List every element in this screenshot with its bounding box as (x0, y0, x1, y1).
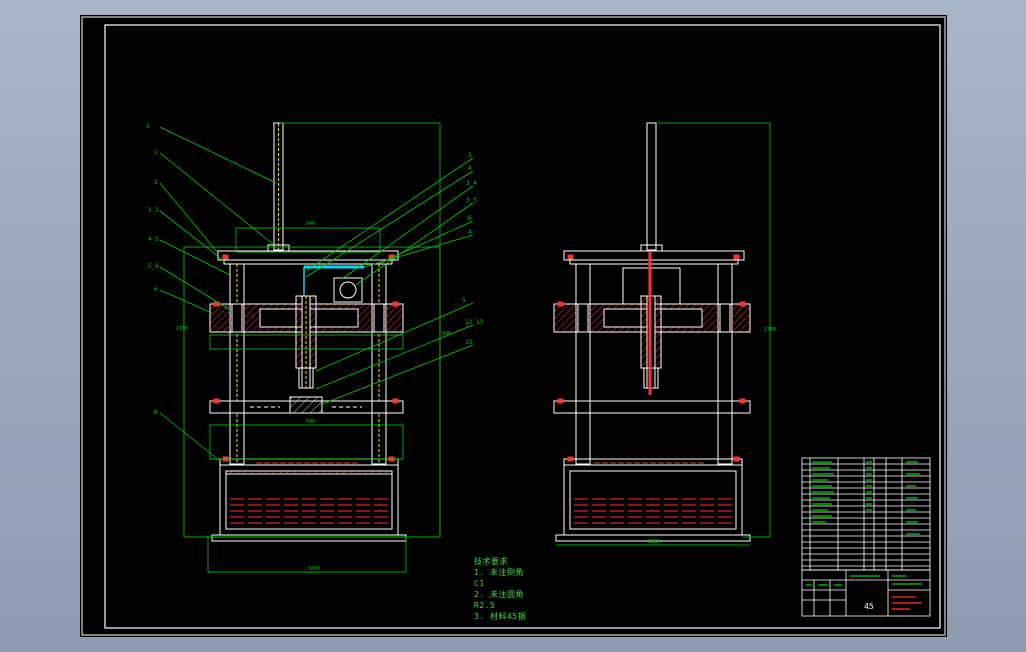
note-line: 3. 材料45钢 (474, 612, 527, 621)
svg-text:540: 540 (306, 221, 315, 227)
note-line: C1 (474, 579, 485, 588)
leader-label: 3 (146, 123, 150, 130)
leader-label: 4 (468, 165, 472, 172)
leader-label: 6 (154, 409, 158, 416)
side-machine-base (563, 464, 743, 536)
leader-label: 2_3 (148, 207, 159, 214)
svg-text:1080: 1080 (648, 539, 660, 545)
parts-list-text (812, 461, 920, 535)
parts-list (801, 457, 931, 571)
note-line: 1. 未注倒角 (474, 568, 524, 577)
leader-label: 3_5 (466, 197, 477, 204)
base-top-plate (219, 458, 399, 466)
note-line: 2. 未注圆角 (474, 590, 524, 599)
note-line: R2.5 (474, 601, 496, 610)
svg-text:540: 540 (306, 419, 315, 425)
cad-viewport[interactable]: 540 1060 900 1700 540 3 1 2 2_3 4_5 5_6 … (80, 15, 947, 637)
side-view-dimensions (556, 122, 771, 546)
leader-label: 5 (462, 297, 466, 304)
svg-text:1060: 1060 (308, 566, 320, 572)
leader-labels-right: 3 4 3_4 3_5 6 4 5 12_13 13 (462, 152, 483, 346)
leader-labels-left: 3 1 2 2_3 4_5 5_6 6 6 (146, 123, 159, 416)
material-label: 45 (864, 602, 874, 611)
leader-label: 12_13 (465, 319, 483, 326)
svg-text:1700: 1700 (764, 327, 776, 333)
side-cylinder-tube (646, 122, 657, 251)
leader-label: 1 (154, 149, 158, 156)
leader-label: 6 (468, 215, 472, 222)
leader-label: 4 (468, 229, 472, 236)
leader-label: 4_5 (148, 236, 159, 243)
side-view (553, 122, 751, 542)
technical-notes: 技术要求 1. 未注倒角 C1 2. 未注圆角 R2.5 3. 材料45钢 (474, 556, 526, 622)
front-view (209, 122, 407, 542)
side-top-plate (563, 250, 745, 261)
base-ventilation-right (574, 462, 732, 524)
leader-label: 13 (465, 339, 473, 346)
svg-text:1700: 1700 (176, 326, 188, 332)
leader-label: 2 (154, 179, 158, 186)
leader-label: 6 (154, 286, 158, 293)
leader-label: 5_6 (148, 263, 159, 270)
press-machine-drawing: 540 1060 900 1700 540 3 1 2 2_3 4_5 5_6 … (81, 16, 946, 636)
machine-base (219, 464, 399, 536)
leader-label: 3_4 (466, 180, 477, 187)
svg-text:900: 900 (442, 331, 451, 337)
leader-label: 3 (468, 152, 472, 159)
notes-heading: 技术要求 (474, 557, 508, 566)
